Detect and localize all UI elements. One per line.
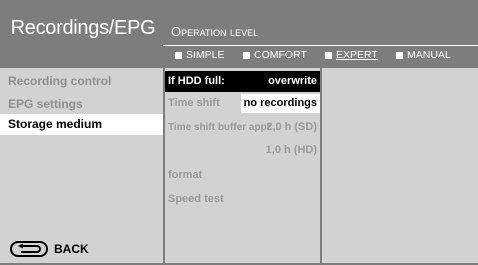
setting-value: overwrite [268, 75, 317, 87]
setting-time-shift[interactable]: Time shift no recordings [165, 93, 320, 114]
operation-level-options: SIMPLE COMFORT EXPERT MANUAL [163, 48, 478, 64]
level-option-label: MANUAL [407, 49, 451, 61]
setting-label: Speed test [168, 193, 224, 205]
setting-buffer: Time shift buffer appr... 2,0 h (SD) [165, 117, 320, 138]
osd-window: Recordings/EPG Operation level SIMPLE CO… [0, 0, 478, 265]
level-option-label: EXPERT [336, 49, 378, 61]
sidebar-menu: Recording control EPG settings Storage m… [0, 68, 163, 265]
back-button[interactable]: BACK [10, 241, 89, 257]
header-divider [163, 45, 478, 46]
level-option-expert[interactable]: EXPERT [325, 49, 378, 61]
sidebar-item-recording-control[interactable]: Recording control [0, 71, 163, 92]
level-option-manual[interactable]: MANUAL [396, 49, 451, 61]
sidebar-item-epg-settings[interactable]: EPG settings [0, 94, 163, 115]
setting-label: format [168, 169, 203, 181]
setting-label: If HDD full: [168, 75, 225, 87]
back-icon [10, 241, 48, 257]
level-indicator-icon [243, 51, 250, 59]
setting-label: Time shift buffer appr... [168, 122, 279, 133]
setting-speed-test[interactable]: Speed test [165, 189, 320, 210]
sidebar-item-storage-medium[interactable]: Storage medium [0, 114, 163, 135]
level-indicator-icon [325, 51, 332, 59]
level-indicator-icon [396, 51, 403, 59]
setting-format[interactable]: format [165, 165, 320, 186]
level-option-label: COMFORT [254, 49, 307, 61]
settings-list: If HDD full: overwrite Time shift no rec… [165, 68, 320, 263]
header-bar: Recordings/EPG Operation level SIMPLE CO… [0, 0, 478, 68]
level-option-label: SIMPLE [186, 49, 225, 61]
setting-value-sd: 2,0 h (SD) [266, 121, 317, 133]
setting-buffer-hd: 1,0 h (HD) [165, 140, 320, 161]
level-option-comfort[interactable]: COMFORT [243, 49, 307, 61]
operation-level-label: Operation level [171, 24, 259, 39]
setting-hdd-full[interactable]: If HDD full: overwrite [165, 71, 320, 92]
setting-label: Time shift [168, 97, 220, 109]
setting-value-hd: 1,0 h (HD) [265, 144, 317, 156]
column-divider [320, 68, 322, 265]
setting-value: no recordings [240, 94, 320, 113]
level-option-simple[interactable]: SIMPLE [175, 49, 225, 61]
page-title: Recordings/EPG [10, 17, 156, 39]
back-label: BACK [54, 242, 89, 256]
level-indicator-icon [175, 51, 182, 59]
